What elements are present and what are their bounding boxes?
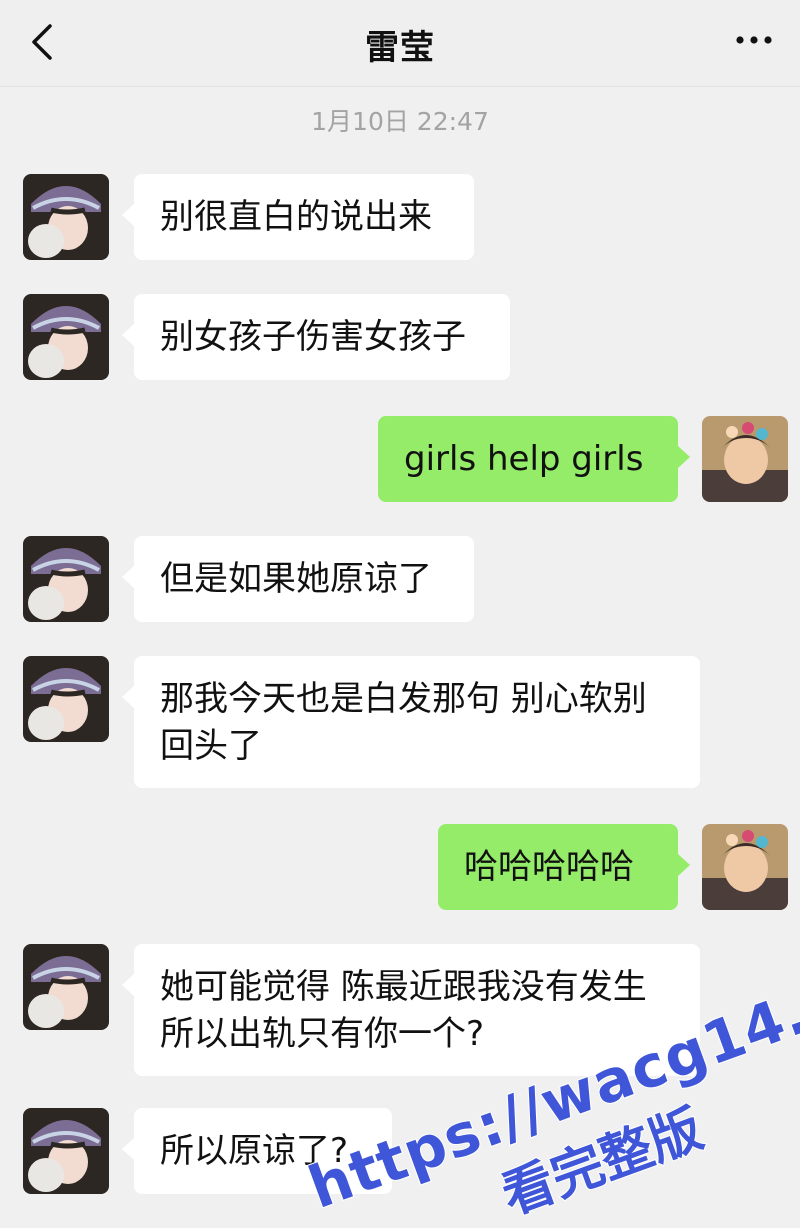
message-bubble-incoming[interactable]: 她可能觉得 陈最近跟我没有发生 所以出轨只有你一个? bbox=[122, 944, 700, 1076]
contact-avatar[interactable] bbox=[23, 536, 109, 622]
contact-avatar[interactable] bbox=[23, 294, 109, 380]
more-options-button[interactable] bbox=[732, 26, 776, 54]
watermark-cta: 看完整版 bbox=[493, 1098, 711, 1228]
message-bubble-outgoing[interactable]: 哈哈哈哈哈 bbox=[438, 824, 690, 910]
contact-avatar[interactable] bbox=[23, 944, 109, 1030]
message-timestamp: 1月10日 22:47 bbox=[311, 107, 489, 136]
self-avatar[interactable] bbox=[702, 824, 788, 910]
message-bubble-incoming[interactable]: 别女孩子伤害女孩子 bbox=[122, 294, 510, 380]
contact-avatar[interactable] bbox=[23, 656, 109, 742]
chat-header: 雷莹 bbox=[0, 0, 800, 87]
message-bubble-incoming[interactable]: 所以原谅了? bbox=[122, 1108, 392, 1194]
self-avatar[interactable] bbox=[702, 416, 788, 502]
more-dots-icon bbox=[736, 36, 772, 44]
message-bubble-incoming[interactable]: 但是如果她原谅了 bbox=[122, 536, 474, 622]
chat-title: 雷莹 bbox=[365, 28, 435, 68]
contact-avatar[interactable] bbox=[23, 174, 109, 260]
message-bubble-incoming[interactable]: 别很直白的说出来 bbox=[122, 174, 474, 260]
message-bubble-incoming[interactable]: 那我今天也是白发那句 别心软别回头了 bbox=[122, 656, 700, 788]
message-bubble-outgoing[interactable]: girls help girls bbox=[378, 416, 690, 502]
contact-avatar[interactable] bbox=[23, 1108, 109, 1194]
